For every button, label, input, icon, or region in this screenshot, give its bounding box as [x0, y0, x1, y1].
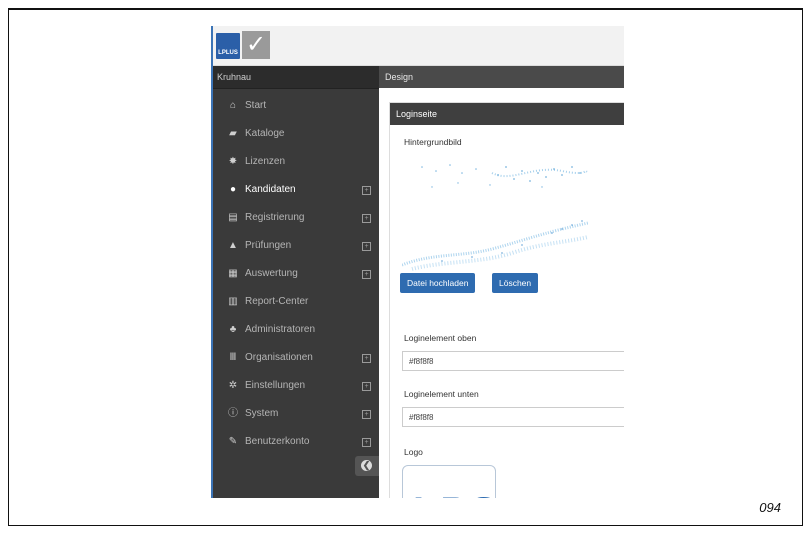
- sidebar-item-label: Benutzerkonto: [245, 436, 310, 447]
- logo-preview: LPS: [402, 465, 496, 498]
- info-icon: ⓘ: [228, 408, 238, 419]
- login-element-bottom-label: Loginelement unten: [404, 389, 479, 399]
- background-image-preview: [402, 164, 588, 271]
- sidebar-item-label: Start: [245, 100, 267, 111]
- sidebar: Kruhnau ⌂ Start ▰ Kataloge ✸ Lizenzen ● …: [211, 66, 379, 498]
- app-screenshot: LPLUS ✓ Kruhnau ⌂ Start ▰ Kataloge ✸ Liz…: [211, 26, 624, 498]
- section-title: Design: [379, 66, 624, 88]
- wrench-icon: ✎: [228, 436, 238, 447]
- page-number: 094: [759, 500, 781, 515]
- delete-button[interactable]: Löschen: [492, 273, 539, 293]
- sidebar-item-label: Einstellungen: [245, 380, 306, 391]
- sidebar-item-organisationen[interactable]: Ⅲ Organisationen +: [211, 344, 379, 372]
- sidebar-item-label: Kandidaten: [245, 184, 296, 195]
- institution-icon: Ⅲ: [229, 352, 237, 363]
- sidebar-item-benutzerkonto[interactable]: ✎ Benutzerkonto +: [211, 428, 379, 456]
- sidebar-item-kataloge[interactable]: ▰ Kataloge: [211, 120, 379, 148]
- background-image-label: Hintergrundbild: [404, 137, 462, 147]
- users-icon: ♣: [229, 324, 237, 335]
- sidebar-item-administratoren[interactable]: ♣ Administratoren: [211, 316, 379, 344]
- sidebar-item-system[interactable]: ⓘ System +: [211, 400, 379, 428]
- login-element-top-label: Loginelement oben: [404, 333, 477, 343]
- sidebar-item-label: Kataloge: [245, 128, 285, 139]
- logo-preview-text: LPS: [413, 490, 495, 498]
- expand-icon[interactable]: +: [362, 270, 371, 279]
- table-icon: ▦: [228, 268, 238, 279]
- panel-title: Loginseite: [390, 103, 624, 125]
- sidebar-item-label: Prüfungen: [245, 240, 292, 251]
- org-name: Kruhnau: [211, 66, 379, 89]
- sidebar-item-kandidaten[interactable]: ● Kandidaten +: [211, 176, 379, 204]
- sidebar-item-auswertung[interactable]: ▦ Auswertung +: [211, 260, 379, 288]
- expand-icon[interactable]: +: [362, 382, 371, 391]
- id-card-icon: ▤: [228, 212, 238, 223]
- home-icon: ⌂: [229, 100, 237, 111]
- main-content: Design Loginseite Hintergrundbild Datei …: [379, 66, 624, 498]
- upload-file-button[interactable]: Datei hochladen: [400, 273, 476, 293]
- graduation-cap-icon: ▲: [228, 240, 238, 251]
- certificate-icon: ✸: [228, 156, 238, 167]
- expand-icon[interactable]: +: [362, 242, 371, 251]
- sidebar-item-label: Lizenzen: [245, 156, 286, 167]
- collapse-sidebar-button[interactable]: ❮: [355, 456, 379, 476]
- expand-icon[interactable]: +: [362, 438, 371, 447]
- sidebar-item-label: Registrierung: [245, 212, 305, 223]
- sidebar-item-report-center[interactable]: ▥ Report-Center: [211, 288, 379, 316]
- login-page-panel: Loginseite Hintergrundbild Datei hochlad…: [389, 102, 624, 498]
- sidebar-item-label: Organisationen: [245, 352, 313, 363]
- sidebar-item-lizenzen[interactable]: ✸ Lizenzen: [211, 148, 379, 176]
- sidebar-item-label: Report-Center: [245, 296, 309, 307]
- logo-label: Logo: [404, 447, 423, 457]
- expand-icon[interactable]: +: [362, 214, 371, 223]
- sidebar-item-einstellungen[interactable]: ✲ Einstellungen +: [211, 372, 379, 400]
- sidebar-item-start[interactable]: ⌂ Start: [211, 92, 379, 120]
- lplus-logo[interactable]: LPLUS: [216, 33, 240, 59]
- expand-icon[interactable]: +: [362, 410, 371, 419]
- sidebar-item-label: Administratoren: [245, 324, 316, 335]
- chevron-left-icon: ❮: [361, 460, 372, 471]
- left-accent-line: [211, 26, 213, 498]
- sidebar-item-pruefungen[interactable]: ▲ Prüfungen +: [211, 232, 379, 260]
- book-icon: ▰: [229, 128, 237, 139]
- expand-icon[interactable]: +: [362, 186, 371, 195]
- top-bar: LPLUS ✓: [211, 26, 624, 66]
- checkmark-logo-icon: ✓: [242, 31, 270, 59]
- bar-chart-icon: ▥: [228, 296, 238, 307]
- cogs-icon: ✲: [228, 380, 238, 391]
- login-element-top-input[interactable]: #f8f8f8: [402, 351, 624, 371]
- sidebar-item-label: Auswertung: [245, 268, 298, 279]
- sidebar-item-registrierung[interactable]: ▤ Registrierung +: [211, 204, 379, 232]
- login-element-bottom-input[interactable]: #f8f8f8: [402, 407, 624, 427]
- sidebar-item-label: System: [245, 408, 279, 419]
- user-icon: ●: [229, 184, 237, 195]
- expand-icon[interactable]: +: [362, 354, 371, 363]
